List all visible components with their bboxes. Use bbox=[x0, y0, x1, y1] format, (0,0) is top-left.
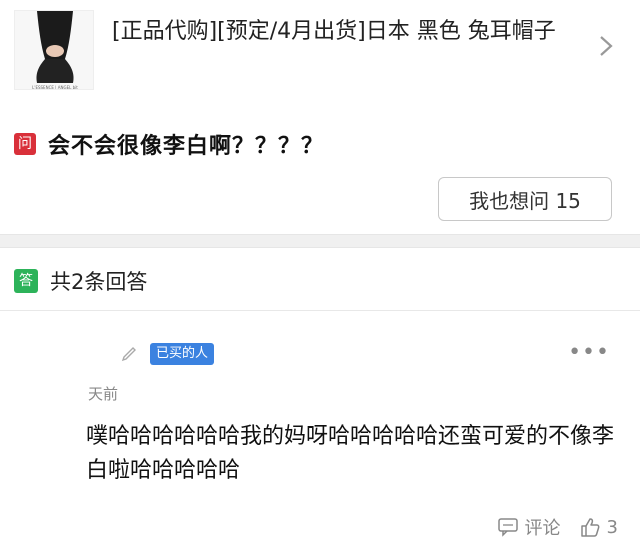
header-divider bbox=[0, 310, 640, 311]
product-thumbnail[interactable]: L'ESSENCE | ANGEL bit bbox=[14, 10, 94, 90]
section-divider bbox=[0, 234, 640, 248]
answer-actions: 评论 3 bbox=[497, 514, 618, 540]
question-row: 问 会不会很像李白啊？？？？ bbox=[14, 128, 324, 160]
more-icon[interactable]: ••• bbox=[568, 340, 610, 365]
product-title[interactable]: [正品代购][预定/4月出货]日本 黑色 兔耳帽子 bbox=[112, 16, 582, 48]
buyer-badge: 已买的人 bbox=[150, 343, 215, 365]
question-text: 会不会很像李白啊？？？？ bbox=[48, 134, 325, 159]
ask-too-button[interactable]: 我也想问 15 bbox=[438, 177, 612, 221]
question-badge: 问 bbox=[14, 133, 36, 155]
product-card[interactable]: L'ESSENCE | ANGEL bit [正品代购][预定/4月出货]日本 … bbox=[0, 0, 640, 100]
like-button[interactable]: 3 bbox=[579, 516, 618, 538]
answer-body: 噗哈哈哈哈哈哈我的妈呀哈哈哈哈哈还蛮可爱的不像李白啦哈哈哈哈哈 bbox=[86, 424, 615, 483]
answers-header: 答 共2条回答 bbox=[14, 266, 147, 296]
comment-button[interactable]: 评论 bbox=[497, 514, 561, 540]
chevron-right-icon[interactable] bbox=[594, 34, 618, 58]
product-image: L'ESSENCE | ANGEL bit bbox=[15, 11, 93, 90]
answer-time: 天前 bbox=[88, 385, 119, 403]
thumbs-up-icon bbox=[580, 518, 599, 537]
answer-count: 共2条回答 bbox=[50, 270, 148, 294]
answer-user-row: 已买的人 bbox=[120, 343, 215, 365]
pen-icon bbox=[121, 347, 136, 362]
image-caption: L'ESSENCE | ANGEL bit bbox=[32, 85, 78, 90]
comment-label: 评论 bbox=[524, 518, 561, 539]
comment-icon bbox=[497, 518, 518, 537]
like-count: 3 bbox=[606, 516, 618, 538]
answer-badge: 答 bbox=[14, 269, 38, 293]
